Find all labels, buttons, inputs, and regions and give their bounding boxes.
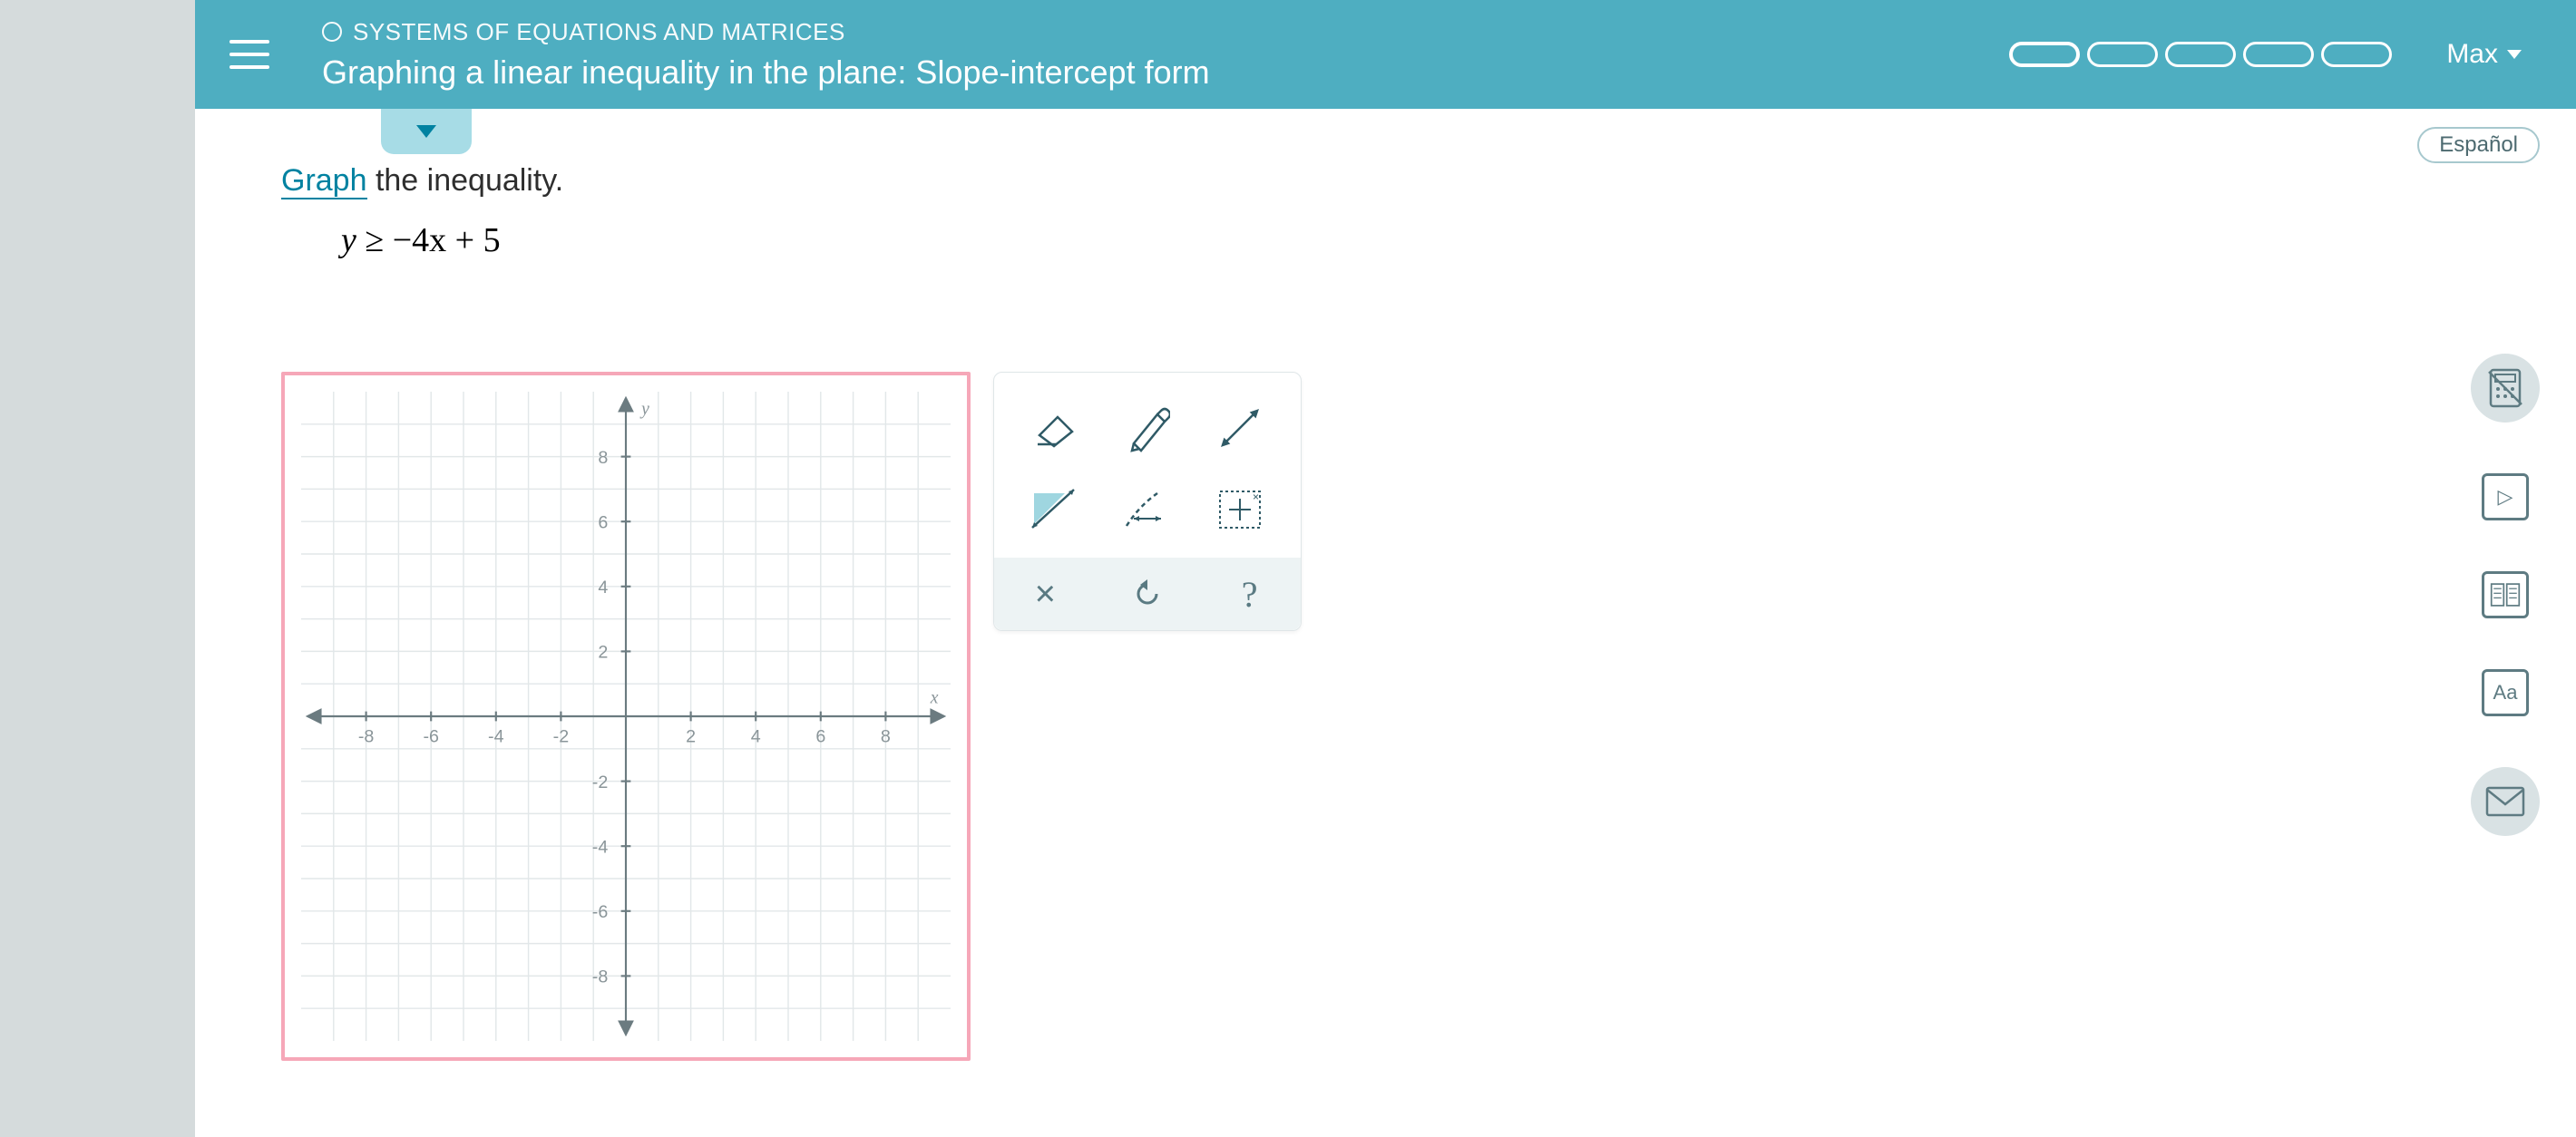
undo-button[interactable] — [1120, 567, 1175, 621]
line-tool[interactable] — [1208, 396, 1272, 460]
graph-container: -8 -6 -4 -2 2 4 6 8 8 6 4 2 -2 -4 -6 -8 x y — [281, 372, 971, 1061]
graph-panel[interactable]: -8 -6 -4 -2 2 4 6 8 8 6 4 2 -2 -4 -6 -8 x y — [281, 372, 971, 1061]
grid-point-tool[interactable]: × — [1208, 478, 1272, 541]
header-title-block: SYSTEMS OF EQUATIONS AND MATRICES Graphi… — [304, 18, 2009, 92]
shade-solid-tool[interactable] — [1023, 478, 1087, 541]
reference-button[interactable] — [2482, 571, 2529, 618]
svg-text:-8: -8 — [358, 727, 375, 747]
svg-text:-6: -6 — [592, 902, 609, 922]
clear-button[interactable]: × — [1018, 567, 1072, 621]
calculator-button[interactable] — [2471, 354, 2540, 423]
shade-solid-icon — [1029, 488, 1081, 531]
question-block: Graph the inequality. y ≥ −4x + 5 — [281, 163, 563, 260]
svg-text:4: 4 — [598, 578, 608, 598]
svg-text:6: 6 — [598, 512, 608, 532]
svg-text:6: 6 — [815, 727, 825, 747]
hint-dropdown-tab[interactable] — [381, 109, 472, 154]
svg-text:-2: -2 — [592, 773, 609, 792]
caret-down-icon — [2507, 50, 2522, 59]
breadcrumb: SYSTEMS OF EQUATIONS AND MATRICES — [322, 18, 2009, 46]
line-icon — [1215, 403, 1264, 452]
content-area: Español Graph the inequality. y ≥ −4x + … — [195, 109, 2576, 1137]
x-icon: × — [1035, 574, 1056, 615]
caret-down-icon — [416, 125, 436, 138]
language-button[interactable]: Español — [2417, 127, 2540, 163]
hamburger-icon — [229, 40, 269, 69]
text-size-icon: Aa — [2493, 681, 2518, 705]
svg-text:-4: -4 — [592, 837, 609, 857]
svg-text:2: 2 — [686, 727, 696, 747]
drawing-tool-panel: × × ? — [993, 372, 1302, 631]
svg-text:2: 2 — [598, 643, 608, 663]
svg-text:-2: -2 — [553, 727, 570, 747]
svg-text:8: 8 — [598, 448, 608, 468]
svg-text:×: × — [1253, 491, 1259, 503]
help-button[interactable]: ? — [1223, 567, 1277, 621]
shade-dashed-icon — [1121, 488, 1174, 531]
envelope-icon — [2485, 786, 2525, 817]
topic-title: Graphing a linear inequality in the plan… — [322, 53, 2009, 92]
progress-pill — [2321, 42, 2392, 67]
svg-text:-8: -8 — [592, 967, 609, 987]
pencil-tool[interactable] — [1116, 396, 1179, 460]
question-icon: ? — [1242, 573, 1258, 616]
book-icon — [2490, 580, 2521, 609]
svg-text:x: x — [930, 688, 939, 708]
graph-term-link[interactable]: Graph — [281, 163, 367, 199]
svg-text:4: 4 — [751, 727, 761, 747]
svg-text:-6: -6 — [423, 727, 439, 747]
coordinate-plane[interactable]: -8 -6 -4 -2 2 4 6 8 8 6 4 2 -2 -4 -6 -8 x y — [301, 392, 951, 1041]
left-gutter — [0, 0, 195, 1137]
progress-pill — [2087, 42, 2158, 67]
app-header: SYSTEMS OF EQUATIONS AND MATRICES Graphi… — [195, 0, 2576, 109]
breadcrumb-icon — [322, 22, 342, 42]
message-button[interactable] — [2471, 767, 2540, 836]
shade-dashed-tool[interactable] — [1116, 478, 1179, 541]
play-button[interactable]: ▷ — [2482, 473, 2529, 520]
menu-button[interactable] — [195, 40, 304, 69]
side-tool-rail: ▷ Aa — [2471, 354, 2540, 836]
question-instruction: Graph the inequality. — [281, 163, 563, 199]
breadcrumb-text: SYSTEMS OF EQUATIONS AND MATRICES — [353, 18, 845, 46]
user-menu[interactable]: Max — [2446, 39, 2522, 70]
play-icon: ▷ — [2498, 485, 2513, 509]
tool-footer: × ? — [994, 558, 1301, 630]
pencil-icon — [1125, 403, 1170, 452]
svg-text:y: y — [639, 399, 649, 419]
eraser-tool[interactable] — [1023, 396, 1087, 460]
grid-point-icon: × — [1216, 488, 1264, 531]
svg-text:8: 8 — [881, 727, 891, 747]
instruction-text: the inequality. — [367, 163, 564, 198]
progress-indicator — [2009, 42, 2392, 67]
eraser-icon — [1030, 408, 1079, 448]
undo-icon — [1131, 578, 1164, 610]
question-formula: y ≥ −4x + 5 — [341, 220, 563, 260]
text-size-button[interactable]: Aa — [2482, 669, 2529, 716]
progress-pill — [2165, 42, 2236, 67]
progress-pill — [2009, 42, 2080, 67]
user-name: Max — [2446, 39, 2498, 70]
calculator-icon — [2487, 368, 2523, 408]
svg-text:-4: -4 — [488, 727, 504, 747]
progress-pill — [2243, 42, 2314, 67]
